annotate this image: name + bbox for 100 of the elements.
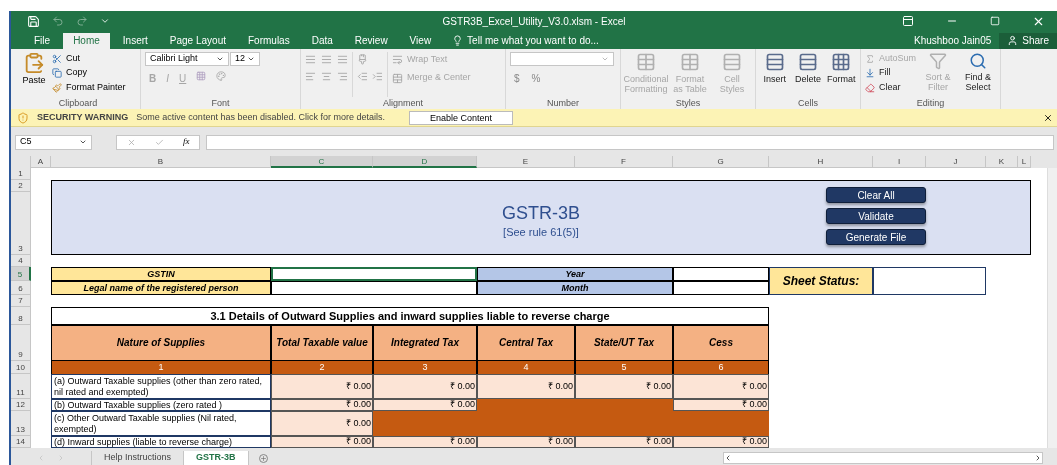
security-warning-message[interactable]: Some active content has been disabled. Click for more details.	[136, 111, 385, 125]
ribbon-button[interactable]: Insert	[760, 51, 790, 98]
amount-cell[interactable]: ₹ 0.00	[271, 399, 373, 412]
amount-cell[interactable]: ₹ 0.00	[271, 436, 373, 449]
ribbon-tab[interactable]: File	[25, 32, 60, 49]
row-header[interactable]: 1	[11, 168, 31, 181]
amount-cell[interactable]: ₹ 0.00	[477, 436, 575, 449]
decrease-indent-icon[interactable]	[357, 70, 368, 82]
horizontal-scrollbar[interactable]	[723, 452, 1043, 464]
eraser-icon	[865, 82, 875, 93]
amount-cell[interactable]: ₹ 0.00	[477, 374, 575, 400]
ribbon-tab[interactable]: Formulas	[239, 32, 299, 49]
align-left-icon[interactable]	[305, 70, 316, 82]
paste-button[interactable]: Paste	[20, 51, 48, 98]
row-header[interactable]: 14	[11, 436, 31, 449]
tell-me-field[interactable]: Tell me what you want to do...	[467, 33, 599, 49]
amount-cell[interactable]: ₹ 0.00	[373, 399, 477, 412]
redo-icon[interactable]	[76, 15, 88, 28]
amount-cell[interactable]: ₹ 0.00	[673, 374, 769, 400]
amount-cell[interactable]: ₹ 0.00	[575, 436, 673, 449]
row-header[interactable]: 12	[11, 399, 31, 412]
search-icon	[969, 51, 987, 70]
row-header[interactable]: 8	[11, 307, 31, 326]
cut-button[interactable]: Cut	[52, 51, 126, 66]
name-box[interactable]: C5	[15, 134, 92, 150]
new-sheet-icon[interactable]	[258, 453, 268, 463]
restore-icon[interactable]	[990, 16, 1000, 27]
row-label: (a) Outward Taxable supplies (other than zero rated, nil rated and exempted)	[51, 374, 271, 400]
ribbon-button[interactable]: Format	[826, 51, 856, 98]
sheet-tab[interactable]: GSTR-3B	[183, 451, 248, 465]
ribbon-tab[interactable]: Review	[345, 32, 397, 49]
column-heading: State/UT Tax	[575, 325, 673, 362]
row-header[interactable]: 3	[11, 192, 31, 256]
ribbon-tab[interactable]: View	[400, 32, 441, 49]
formula-input[interactable]	[206, 134, 1054, 150]
macro-button[interactable]: Clear All	[826, 187, 926, 204]
row-header[interactable]: 11	[11, 374, 31, 400]
ribbon-button[interactable]: Fill	[865, 66, 917, 80]
filter-icon	[929, 51, 947, 70]
row-header[interactable]: 10	[11, 361, 31, 375]
legal-name-input[interactable]	[271, 281, 477, 296]
enable-content-button[interactable]: Enable Content	[409, 110, 514, 125]
share-button[interactable]: Share	[999, 32, 1057, 49]
font-name-field[interactable]: Calibri Light	[145, 51, 229, 66]
align-right-icon[interactable]	[337, 70, 348, 82]
ribbon-display-icon[interactable]	[902, 15, 914, 28]
amount-cell[interactable]: ₹ 0.00	[673, 436, 769, 449]
borders-icon[interactable]	[196, 70, 207, 81]
cancel-icon[interactable]	[126, 137, 136, 147]
insert-function-button[interactable]: fx	[182, 135, 190, 149]
banner-title: GSTR-3B	[502, 202, 580, 225]
column-header[interactable]: C	[271, 156, 373, 169]
enter-icon[interactable]	[154, 137, 164, 147]
ribbon-button[interactable]: Clear	[865, 80, 917, 95]
font-size-field[interactable]: 12	[230, 51, 260, 66]
row-header[interactable]: 5	[11, 267, 31, 282]
row-label: (b) Outward Taxable supplies (zero rated )	[51, 399, 271, 412]
align-top-icon[interactable]	[305, 53, 316, 65]
amount-cell[interactable]: ₹ 0.00	[373, 436, 477, 449]
row-header[interactable]: 6	[11, 281, 31, 296]
column-heading: Cess	[673, 325, 769, 362]
amount-cell[interactable]: ₹ 0.00	[373, 374, 477, 400]
scroll-left-icon[interactable]	[724, 454, 732, 463]
number-format-field[interactable]	[510, 51, 614, 66]
month-input[interactable]	[673, 281, 769, 296]
amount-cell[interactable]: ₹ 0.00	[673, 399, 769, 412]
ribbon-tab[interactable]: Data	[302, 32, 342, 49]
scroll-right-icon[interactable]	[1034, 454, 1042, 463]
increase-indent-icon[interactable]	[372, 70, 383, 82]
ribbon-tab[interactable]: Home	[63, 32, 110, 49]
ribbon-tab[interactable]: Insert	[113, 32, 157, 49]
user-name[interactable]: Khushboo Jain05	[914, 32, 992, 49]
row-header[interactable]: 2	[11, 180, 31, 193]
close-icon[interactable]	[1043, 112, 1053, 123]
format-painter-button[interactable]: Format Painter	[52, 80, 126, 95]
ribbon-button[interactable]: Delete	[793, 51, 823, 98]
year-input[interactable]	[673, 267, 769, 282]
macro-button[interactable]: Generate File	[826, 229, 926, 246]
amount-cell[interactable]: ₹ 0.00	[271, 374, 373, 400]
gstin-input[interactable]	[271, 267, 477, 282]
row-header[interactable]: 13	[11, 411, 31, 437]
column-header[interactable]: D	[373, 156, 477, 169]
orientation-icon[interactable]	[357, 53, 368, 65]
amount-cell[interactable]: ₹ 0.00	[271, 411, 373, 437]
ribbon-button[interactable]: Find & Select	[960, 51, 996, 98]
align-middle-icon[interactable]	[321, 53, 332, 65]
undo-icon[interactable]	[52, 15, 64, 28]
row-header[interactable]: 9	[11, 325, 31, 362]
scissors-icon	[52, 53, 62, 64]
row-header[interactable]: 7	[11, 295, 31, 308]
lightbulb-icon[interactable]	[452, 35, 464, 47]
vertical-scrollbar[interactable]	[1047, 168, 1057, 449]
fill-color-icon[interactable]	[216, 70, 227, 81]
align-bottom-icon[interactable]	[337, 53, 348, 65]
ribbon-tab[interactable]: Page Layout	[160, 32, 235, 49]
align-center-icon[interactable]	[321, 70, 332, 82]
amount-cell[interactable]: ₹ 0.00	[575, 374, 673, 400]
copy-button[interactable]: Copy	[52, 66, 126, 80]
save-icon[interactable]	[27, 14, 40, 28]
macro-button[interactable]: Validate	[826, 208, 926, 225]
